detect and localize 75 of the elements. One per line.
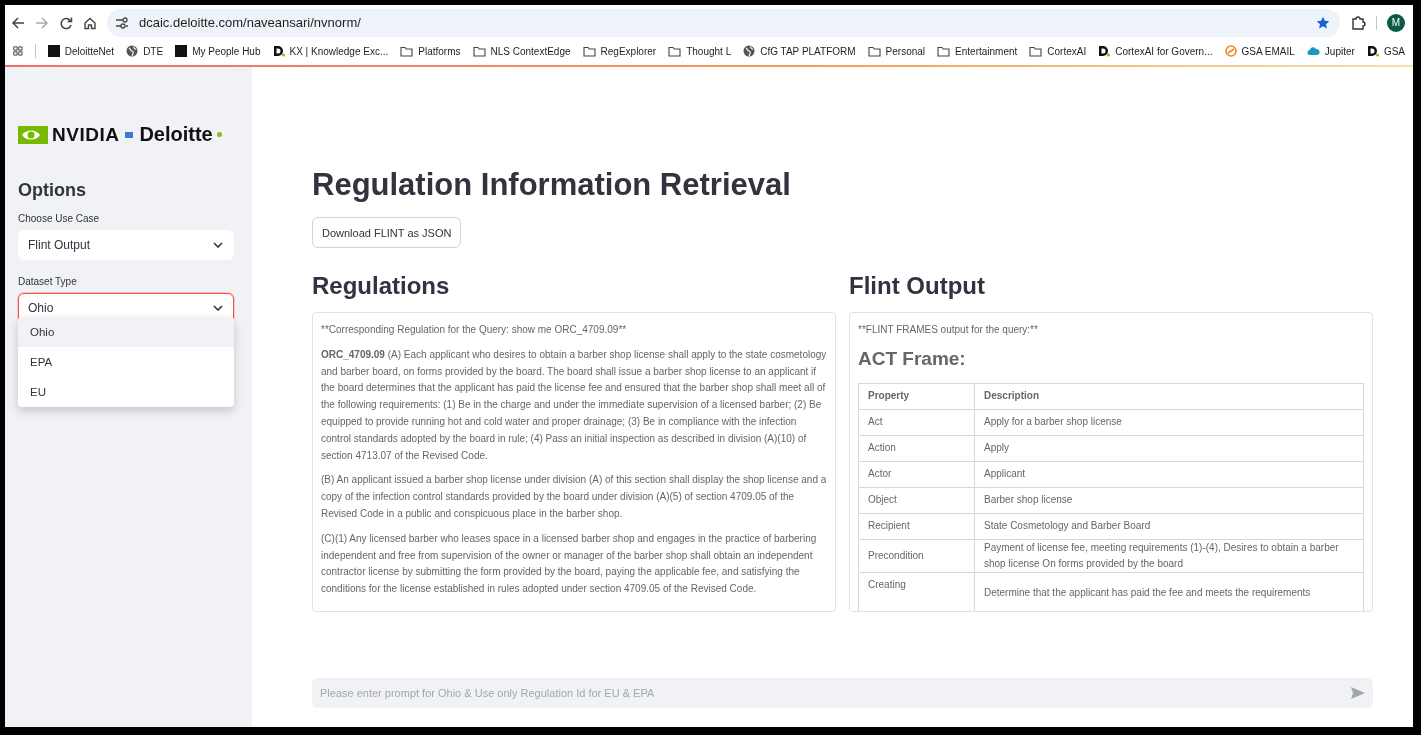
column-header: Property [858,383,975,410]
table-cell: Apply for a barber shop license [974,409,1364,436]
bookmark-item[interactable]: Personal [867,45,926,57]
bookmark-item[interactable]: CortexAI for Govern... [1098,45,1213,57]
bookmark-item[interactable]: KX | Knowledge Exc... [272,45,389,57]
reload-icon[interactable] [59,15,73,30]
section-heading: Regulations [312,272,451,300]
frame-title: ACT Frame: [858,346,967,371]
table-cell: Object [858,487,975,514]
bookmark-item[interactable]: DeloitteNet [47,45,115,57]
logo-text: Deloitte [139,123,213,146]
bookmark-item[interactable]: DTE [126,45,164,57]
star-icon[interactable] [1316,15,1330,30]
bookmark-item[interactable]: CortexAI [1029,45,1087,57]
folder-icon [937,45,951,57]
field-label: Choose Use Case [18,213,101,224]
address-bar[interactable]: dcaic.deloitte.com/naveansari/nvnorm/ [107,8,1340,37]
table-cell: Act [858,409,975,436]
field-label: Dataset Type [18,276,78,287]
table-cell: Barber shop license [974,487,1364,514]
table-cell: State Cosmetology and Barber Board [974,513,1364,540]
bookmark-item[interactable]: CfG TAP PLATFORM [743,45,856,57]
logo-text: NVIDIA [52,123,120,146]
table-cell: Applicant [974,461,1364,488]
regulation-paragraph: (C)(1) Any licensed barber who leases space in a licensed barber shop and engages in the practice of barbering independent and free from supervision of the owner or manager of the barber shop shall obtain an independent contractor license by submitting the form provided by the board, paying the applicable fee, and satisfying the conditions for the license established in rules adopted under section 4709.05 of the Revised Code. [321,531,818,597]
table-cell: Recipient [858,513,975,540]
folder-icon [472,45,486,57]
back-arrow-icon[interactable] [11,15,25,30]
select-field[interactable]: Flint Output [18,230,234,260]
query-line: **Corresponding Regulation for the Query: show me ORC_4709.09** [321,323,628,337]
chevron-down-icon [213,242,223,248]
table-cell: Precondition [858,539,975,573]
download-button[interactable]: Download FLINT as JSON [312,217,462,248]
bookmark-item[interactable]: NLS ContextEdge [472,45,571,57]
extension-puzzle-icon[interactable] [1350,14,1366,31]
globe-icon [126,45,139,57]
folder-icon [867,45,881,57]
bookmark-item[interactable]: Jupiter [1306,45,1355,57]
folder-icon [400,45,414,57]
bookmark-item[interactable]: Thought L [668,45,732,57]
folder-icon [668,45,682,57]
dropdown-option[interactable]: Ohio [18,317,234,347]
bookmark-item[interactable]: GSA EMAIL [1224,45,1295,57]
table-cell: Payment of license fee, meeting requirements (1)-(4), Desires to obtain a barber shop license On forms provided by the board [974,539,1364,573]
table-cell: Actor [858,461,975,488]
nvidia-eye-icon [18,125,48,144]
page-title: Regulation Information Retrieval [312,167,792,203]
site-settings-icon[interactable] [115,16,129,29]
sidebar-heading: Options [18,180,87,201]
chat-input[interactable]: Please enter prompt for Ohio & Use only Regulation Id for EU & EPA [312,678,1373,708]
column-header: Description [974,383,1364,410]
regulation-paragraph: (B) An applicant issued a barber shop license under division (A) of this section shall display the shop license and a copy of the infection control standards provided by the board under division (A)(5) of section 4709.05 of the Revised Code in a public and conspicuous place in the barber shop. [321,473,827,521]
cloud-icon [1306,46,1320,56]
globe-icon [743,45,756,57]
bookmark-item[interactable]: RegExplorer [582,45,657,57]
home-icon[interactable] [83,15,97,30]
query-line: **FLINT FRAMES output for the query:** [858,323,1039,337]
dropdown-option[interactable]: EPA [18,347,234,377]
regulation-paragraph: ORC_4709.09 (A) Each applicant who desires to obtain a barber shop license shall apply to the state cosmetology and barber board, on forms provided by the board. The board shall issue a barber shop license to an applicant if the board determines that the applicant has paid the license fee and ensured that the barber shop shall meet all of the following requirements: (1) Be in the charge and under the immediate supervision of a licensed barber; (2) Be equipped to provide running hot and cold water and proper drainage; (3) Be in compliance with the infection control standards adopted by the board in rule; (4) Pass an initial inspection as described in division (A)(10) of section 4713.07 of the Revised Code. [321,347,827,463]
apps-grid-icon[interactable] [13,45,23,57]
table-cell: Apply [974,435,1364,462]
folder-icon [582,45,596,57]
chevron-down-icon [213,305,223,311]
logo-dot-icon [216,132,222,137]
bookmark-item[interactable]: Platforms [400,45,461,57]
bookmark-item[interactable]: My People Hub [175,45,261,57]
table-cell: Action [858,435,975,462]
bookmark-item[interactable]: GSA [1366,45,1405,57]
dash-icon [125,131,134,138]
folder-icon [1029,45,1043,57]
dropdown-option[interactable]: EU [18,377,234,407]
profile-avatar[interactable]: M [1387,13,1405,32]
bookmark-item[interactable]: Entertainment [937,45,1018,57]
section-heading: Flint Output [849,272,986,300]
table-cell: Creating [858,572,975,611]
